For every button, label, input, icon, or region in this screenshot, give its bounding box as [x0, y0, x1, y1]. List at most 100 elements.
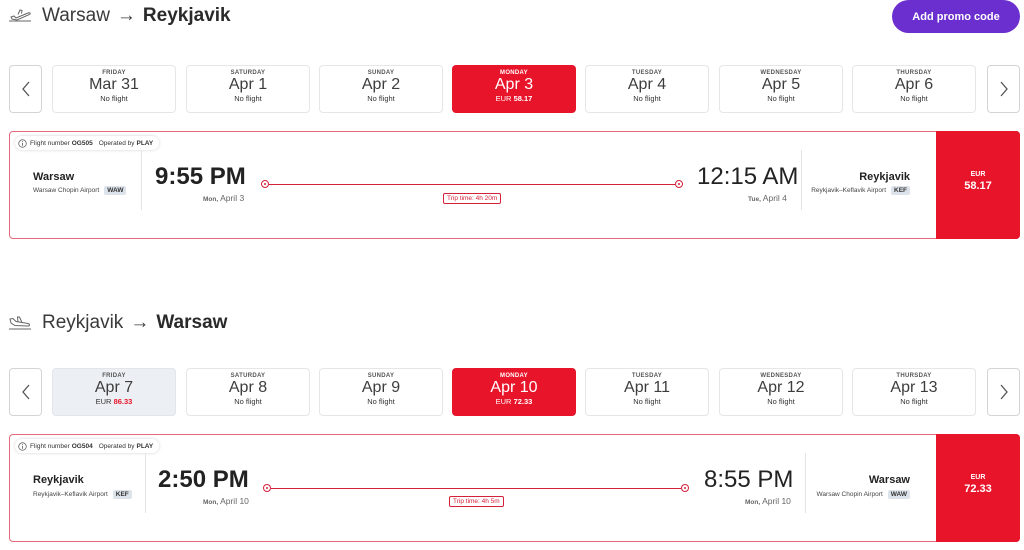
divider — [141, 150, 142, 210]
destination-city: Reykjavik — [859, 171, 910, 183]
departure-dot — [261, 180, 269, 188]
route-origin: Warsaw — [42, 5, 110, 26]
outbound-day-2[interactable]: SUNDAY Apr 2 No flight — [319, 65, 443, 113]
day-date: Apr 6 — [894, 76, 934, 93]
day-price: EUR 86.33 — [53, 397, 175, 406]
departure-weekday: Mon, — [203, 196, 219, 203]
day-date: Apr 10 — [490, 379, 538, 396]
outbound-day-4[interactable]: TUESDAY Apr 4 No flight — [585, 65, 709, 113]
day-date: Apr 5 — [761, 76, 801, 93]
outbound-day-0[interactable]: FRIDAY Mar 31 No flight — [52, 65, 176, 113]
day-date: Apr 13 — [890, 379, 938, 396]
return-day-2[interactable]: SUNDAY Apr 9 No flight — [319, 368, 443, 416]
day-status: No flight — [767, 94, 795, 103]
departure-date: Mon, April 3 — [203, 193, 244, 203]
outbound-flight-card[interactable]: Flight number OG505 Operated by PLAY War… — [9, 131, 1020, 239]
trip-time-badge: Trip time: 4h 5m — [449, 496, 504, 507]
departure-day: April 3 — [220, 193, 245, 203]
day-status: No flight — [767, 397, 795, 406]
chevron-right-icon — [1000, 81, 1008, 97]
day-currency: EUR — [495, 94, 512, 103]
day-price-value: 86.33 — [113, 397, 133, 406]
return-prev-dates-button[interactable] — [9, 368, 42, 416]
return-day-6[interactable]: THURSDAY Apr 13 No flight — [852, 368, 976, 416]
destination-code: WAW — [887, 490, 910, 499]
destination-city: Warsaw — [868, 474, 910, 486]
plane-landing-icon — [8, 313, 34, 333]
operated-by-label: Operated by — [98, 139, 135, 147]
arrival-date: Tue, April 4 — [748, 193, 787, 203]
origin-city: Reykjavik — [33, 474, 84, 486]
return-day-1[interactable]: SATURDAY Apr 8 No flight — [186, 368, 310, 416]
destination-airport-name: Reykjavik–Keflavik Airport — [811, 187, 886, 194]
day-status: No flight — [234, 94, 262, 103]
arrival-weekday: Tue, — [748, 196, 761, 203]
chevron-right-icon — [1000, 384, 1008, 400]
day-price-value: 58.17 — [513, 94, 533, 103]
return-day-3-selected[interactable]: MONDAY Apr 10 EUR 72.33 — [452, 368, 576, 416]
arrival-weekday: Mon, — [745, 499, 761, 506]
divider — [801, 150, 802, 210]
day-status: No flight — [367, 94, 395, 103]
origin-airport: Reykjavik–Keflavik Airport KEF — [33, 490, 132, 499]
day-date: Apr 11 — [624, 379, 670, 396]
outbound-day-1[interactable]: SATURDAY Apr 1 No flight — [186, 65, 310, 113]
return-route-header: Reykjavik → Warsaw — [0, 308, 227, 338]
flight-number-label: Flight number — [30, 139, 70, 147]
route-arrow: → — [130, 312, 150, 333]
destination-code: KEF — [891, 186, 910, 195]
origin-code: WAW — [104, 186, 127, 195]
day-date: Apr 3 — [494, 76, 534, 93]
route-line — [269, 184, 675, 185]
operator-name: PLAY — [136, 442, 154, 450]
day-price: EUR 72.33 — [453, 397, 575, 406]
departure-day: April 10 — [220, 496, 249, 506]
departure-dot — [263, 484, 271, 492]
route-destination: Reykjavik — [142, 5, 231, 26]
price-currency: EUR — [970, 474, 986, 481]
arrival-day: April 4 — [762, 193, 787, 203]
day-date: Apr 12 — [757, 379, 805, 396]
route-origin: Reykjavik — [42, 312, 124, 333]
outbound-next-dates-button[interactable] — [987, 65, 1020, 113]
departure-date: Mon, April 10 — [203, 496, 249, 506]
outbound-day-5[interactable]: WEDNESDAY Apr 5 No flight — [719, 65, 843, 113]
day-status: No flight — [234, 397, 262, 406]
outbound-price-button[interactable]: EUR 58.17 — [936, 131, 1020, 239]
day-status: No flight — [100, 94, 128, 103]
divider — [145, 453, 146, 513]
day-currency: EUR — [495, 397, 512, 406]
return-price-button[interactable]: EUR 72.33 — [936, 434, 1020, 542]
info-icon — [18, 441, 27, 451]
origin-airport: Warsaw Chopin Airport WAW — [33, 186, 127, 195]
return-day-5[interactable]: WEDNESDAY Apr 12 No flight — [719, 368, 843, 416]
outbound-day-6[interactable]: THURSDAY Apr 6 No flight — [852, 65, 976, 113]
departure-time: 2:50 PM — [158, 466, 249, 493]
info-icon — [18, 138, 27, 148]
day-status: No flight — [633, 397, 661, 406]
departure-weekday: Mon, — [203, 499, 219, 506]
plane-takeoff-icon — [8, 6, 34, 26]
operated-by-label: Operated by — [98, 442, 135, 450]
route-line — [271, 488, 681, 489]
operator-name: PLAY — [136, 139, 154, 147]
return-day-0[interactable]: FRIDAY Apr 7 EUR 86.33 — [52, 368, 176, 416]
arrival-day: April 10 — [762, 496, 791, 506]
origin-airport-name: Reykjavik–Keflavik Airport — [33, 491, 108, 498]
day-date: Apr 2 — [361, 76, 401, 93]
add-promo-code-button[interactable]: Add promo code — [892, 0, 1020, 33]
day-price-value: 72.33 — [513, 397, 533, 406]
price-amount: 72.33 — [964, 483, 992, 495]
outbound-day-3-selected[interactable]: MONDAY Apr 3 EUR 58.17 — [452, 65, 576, 113]
route-arrow: → — [116, 5, 136, 26]
outbound-route-header: Warsaw → Reykjavik — [0, 1, 231, 31]
trip-time-badge: Trip time: 4h 20m — [443, 193, 502, 204]
outbound-prev-dates-button[interactable] — [9, 65, 42, 113]
return-flight-card[interactable]: Flight number OG504 Operated by PLAY Rey… — [9, 434, 1020, 542]
arrival-date: Mon, April 10 — [745, 496, 791, 506]
return-day-4[interactable]: TUESDAY Apr 11 No flight — [585, 368, 709, 416]
destination-airport-name: Warsaw Chopin Airport — [816, 491, 883, 498]
day-date: Apr 8 — [228, 379, 268, 396]
return-next-dates-button[interactable] — [987, 368, 1020, 416]
day-status: No flight — [633, 94, 661, 103]
